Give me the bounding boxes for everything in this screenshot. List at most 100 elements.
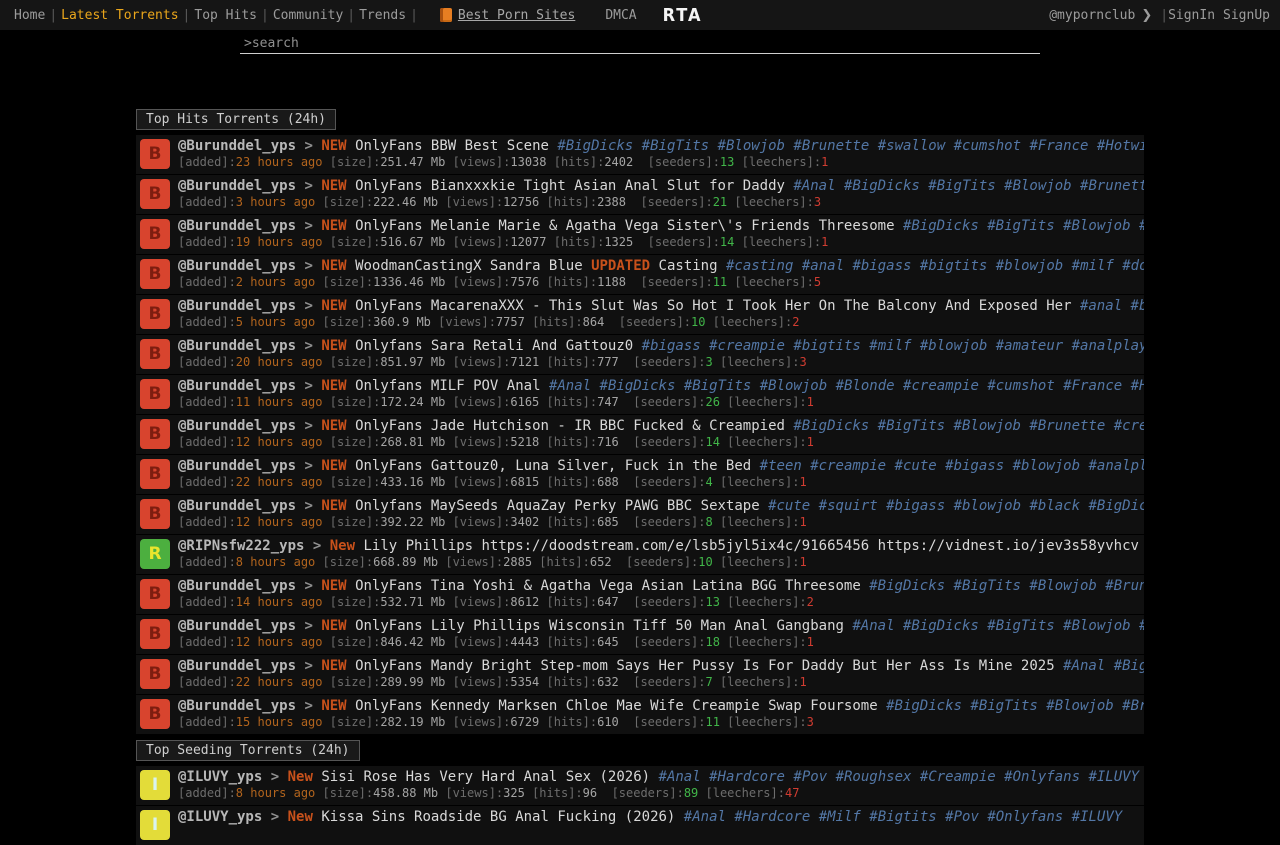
uploader-avatar[interactable]: B <box>140 299 170 329</box>
signin-link[interactable]: SignIn <box>1168 8 1215 23</box>
search-input[interactable] <box>240 34 1040 54</box>
account-name[interactable]: @mypornclub <box>1049 8 1135 23</box>
nav-home[interactable]: Home <box>10 8 49 23</box>
uploader-name[interactable]: @Burunddel_yps <box>178 618 296 634</box>
tag-link[interactable]: #teen <box>760 458 802 474</box>
tag-link[interactable]: #milf <box>869 338 911 354</box>
torrent-row[interactable]: I@ILUVY_yps > New Sisi Rose Has Very Har… <box>136 766 1144 805</box>
tag-link[interactable]: #Creampie <box>920 769 996 785</box>
uploader-avatar[interactable]: I <box>140 810 170 840</box>
tag-link[interactable]: #Blonde <box>836 378 895 394</box>
tag-link[interactable]: #Anal <box>793 178 835 194</box>
tag-link[interactable]: #Blowjob <box>1063 218 1130 234</box>
tag-link[interactable]: #Hardcore <box>709 769 785 785</box>
tag-link[interactable]: #bigass <box>642 338 701 354</box>
tag-link[interactable]: #Blowjob <box>1063 618 1130 634</box>
tag-link[interactable]: #Blowjob <box>1004 178 1071 194</box>
tag-link[interactable]: #Brunette <box>1139 218 1144 234</box>
tag-link[interactable]: #BigTits <box>642 138 709 154</box>
uploader-name[interactable]: @Burunddel_yps <box>178 138 296 154</box>
torrent-title[interactable]: OnlyFans Lily Phillips Wisconsin Tiff 50… <box>355 618 844 634</box>
uploader-name[interactable]: @Burunddel_yps <box>178 498 296 514</box>
uploader-avatar[interactable]: B <box>140 619 170 649</box>
tag-link[interactable]: #Blowjob <box>760 378 827 394</box>
tag-link[interactable]: #Roughsex <box>836 769 912 785</box>
uploader-name[interactable]: @Burunddel_yps <box>178 298 296 314</box>
tag-link[interactable]: #bigass <box>852 258 911 274</box>
nav-trends[interactable]: Trends <box>355 8 410 23</box>
tag-link[interactable]: #anal <box>802 258 844 274</box>
uploader-name[interactable]: @ILUVY_yps <box>178 809 262 825</box>
tag-link[interactable]: #bigass <box>945 458 1004 474</box>
tag-link[interactable]: #Hotwife <box>1097 138 1144 154</box>
tag-link[interactable]: #BigDicks <box>903 218 979 234</box>
tag-link[interactable]: #BigDicks <box>903 618 979 634</box>
torrent-title[interactable]: OnlyFans MacarenaXXX - This Slut Was So … <box>355 298 1071 314</box>
tag-link[interactable]: #Brunette <box>1139 618 1144 634</box>
tag-link[interactable]: #Anal <box>852 618 894 634</box>
torrent-title[interactable]: Lily Phillips https://doodstream.com/e/l… <box>363 538 1144 554</box>
tag-link[interactable]: #Blowjob <box>1029 578 1096 594</box>
tag-link[interactable]: #cumshot <box>954 138 1021 154</box>
tag-link[interactable]: #Brunette <box>1122 698 1144 714</box>
tag-link[interactable]: #Milf <box>819 809 861 825</box>
tag-link[interactable]: #blowjob <box>996 258 1063 274</box>
uploader-avatar[interactable]: B <box>140 339 170 369</box>
tag-link[interactable]: #milf <box>1072 258 1114 274</box>
tag-link[interactable]: #France <box>1029 138 1088 154</box>
torrent-row[interactable]: B@Burunddel_yps > NEW Onlyfans MaySeeds … <box>136 495 1144 534</box>
tag-link[interactable]: #BigDicks <box>844 178 920 194</box>
uploader-name[interactable]: @Burunddel_yps <box>178 378 296 394</box>
torrent-title[interactable]: OnlyFans BBW Best Scene <box>355 138 549 154</box>
tag-link[interactable]: #swallow <box>878 138 945 154</box>
tag-link[interactable]: #BigDicks <box>869 578 945 594</box>
uploader-name[interactable]: @Burunddel_yps <box>178 178 296 194</box>
tag-link[interactable]: #BigTits <box>954 578 1021 594</box>
tag-link[interactable]: #Anal <box>1063 658 1105 674</box>
tag-link[interactable]: #Brunette <box>1105 578 1144 594</box>
torrent-row[interactable]: B@Burunddel_yps > NEW OnlyFans Tina Yosh… <box>136 575 1144 614</box>
tag-link[interactable]: #Onlyfans <box>1004 769 1080 785</box>
torrent-title[interactable]: OnlyFans Kennedy Marksen Chloe Mae Wife … <box>355 698 878 714</box>
torrent-row[interactable]: B@Burunddel_yps > NEW OnlyFans Lily Phil… <box>136 615 1144 654</box>
torrent-row[interactable]: B@Burunddel_yps > NEW OnlyFans Mandy Bri… <box>136 655 1144 694</box>
tag-link[interactable]: #Onlyfans <box>987 809 1063 825</box>
tag-link[interactable]: #cumshot <box>987 378 1054 394</box>
uploader-avatar[interactable]: B <box>140 419 170 449</box>
tag-link[interactable]: #Brunette <box>1080 178 1144 194</box>
tag-link[interactable]: #Pov <box>945 809 979 825</box>
tag-link[interactable]: #BigDicks <box>1088 498 1144 514</box>
tag-link[interactable]: #bigass <box>886 498 945 514</box>
uploader-avatar[interactable]: B <box>140 139 170 169</box>
tag-link[interactable]: #Blowjob <box>1046 698 1113 714</box>
nav-community[interactable]: Community <box>269 8 347 23</box>
tag-link[interactable]: #bigtits <box>793 338 860 354</box>
uploader-avatar[interactable]: R <box>140 539 170 569</box>
torrent-title[interactable]: OnlyFans Bianxxxkie Tight Asian Anal Slu… <box>355 178 785 194</box>
torrent-title[interactable]: OnlyFans Melanie Marie & Agatha Vega Sis… <box>355 218 894 234</box>
tag-link[interactable]: #Hardcore <box>734 809 810 825</box>
torrent-row[interactable]: B@Burunddel_yps > NEW OnlyFans Melanie M… <box>136 215 1144 254</box>
torrent-row[interactable]: B@Burunddel_yps > NEW OnlyFans MacarenaX… <box>136 295 1144 334</box>
tag-link[interactable]: #Anal <box>659 769 701 785</box>
uploader-name[interactable]: @Burunddel_yps <box>178 458 296 474</box>
tag-link[interactable]: #Pov <box>793 769 827 785</box>
tag-link[interactable]: #analplay <box>1072 338 1144 354</box>
torrent-title[interactable]: Onlyfans Sara Retali And Gattouz0 <box>355 338 633 354</box>
torrent-title[interactable]: Onlyfans MaySeeds AquaZay Perky PAWG BBC… <box>355 498 760 514</box>
uploader-avatar[interactable]: B <box>140 659 170 689</box>
torrent-row[interactable]: B@Burunddel_yps > NEW Onlyfans Sara Reta… <box>136 335 1144 374</box>
uploader-name[interactable]: @Burunddel_yps <box>178 418 296 434</box>
tag-link[interactable]: #France <box>1063 378 1122 394</box>
torrent-row[interactable]: I@ILUVY_yps > New Kissa Sins Roadside BG… <box>136 806 1144 845</box>
tag-link[interactable]: #double <box>1122 258 1144 274</box>
tag-link[interactable]: #Hotwife <box>1131 378 1144 394</box>
tag-link[interactable]: #BigDicks <box>886 698 962 714</box>
dmca-link[interactable]: DMCA <box>605 8 636 23</box>
tag-link[interactable]: #Blowjob <box>718 138 785 154</box>
torrent-title[interactable]: Onlyfans MILF POV Anal <box>355 378 540 394</box>
uploader-name[interactable]: @Burunddel_yps <box>178 698 296 714</box>
tag-link[interactable]: #ILUVY <box>1072 809 1123 825</box>
torrent-row[interactable]: B@Burunddel_yps > NEW OnlyFans Gattouz0,… <box>136 455 1144 494</box>
nav-top-hits[interactable]: Top Hits <box>190 8 261 23</box>
